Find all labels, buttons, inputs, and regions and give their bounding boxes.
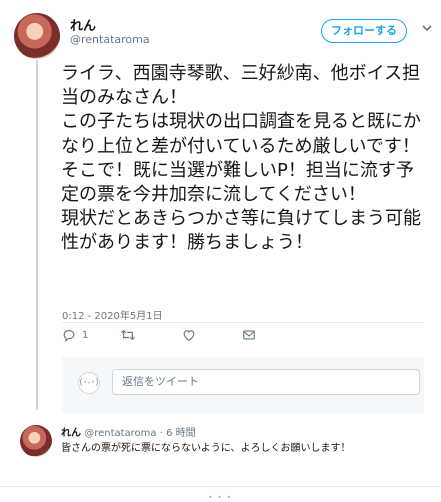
- reply-author-handle[interactable]: @rentataroma: [84, 428, 156, 439]
- author-name[interactable]: れん: [70, 15, 96, 34]
- reply-author-name[interactable]: れん: [61, 428, 81, 439]
- reply-count: 1: [82, 329, 89, 341]
- reply-text: 皆さんの票が死に票にならないように、よろしくお願いします！: [61, 443, 351, 454]
- like-icon: [183, 330, 195, 341]
- dm-icon: [243, 330, 255, 340]
- chevron-down-icon[interactable]: [421, 22, 433, 34]
- reply-icon: [63, 330, 75, 342]
- dm-action[interactable]: [242, 328, 256, 342]
- author-handle[interactable]: @rentataroma: [70, 33, 150, 46]
- tweet-text: ライラ、西園寺琴歌、三好紗南、他ボイス担当のみなさん！ この子たちは現状の出口調…: [61, 63, 421, 254]
- divider: [62, 322, 424, 323]
- reply-separator: ·: [159, 428, 163, 439]
- reply-input[interactable]: 返信をツイート: [112, 369, 420, 395]
- author-avatar[interactable]: [14, 13, 60, 59]
- reply-header: れん @rentataroma · 6 時間: [61, 424, 196, 439]
- follow-button[interactable]: フォローする: [321, 19, 407, 43]
- current-user-avatar: (･-･): [78, 372, 100, 394]
- more-indicator: • • •: [208, 493, 233, 502]
- reply-time[interactable]: 6 時間: [166, 428, 196, 439]
- like-action[interactable]: [182, 328, 196, 342]
- retweet-icon: [121, 329, 135, 341]
- tweet-timestamp[interactable]: 0:12 - 2020年5月1日: [62, 307, 163, 322]
- reply-author-avatar[interactable]: [20, 425, 52, 457]
- reply-action[interactable]: 1: [62, 328, 88, 342]
- retweet-action[interactable]: [120, 328, 136, 342]
- thread-line: [36, 60, 38, 410]
- divider: [0, 486, 441, 487]
